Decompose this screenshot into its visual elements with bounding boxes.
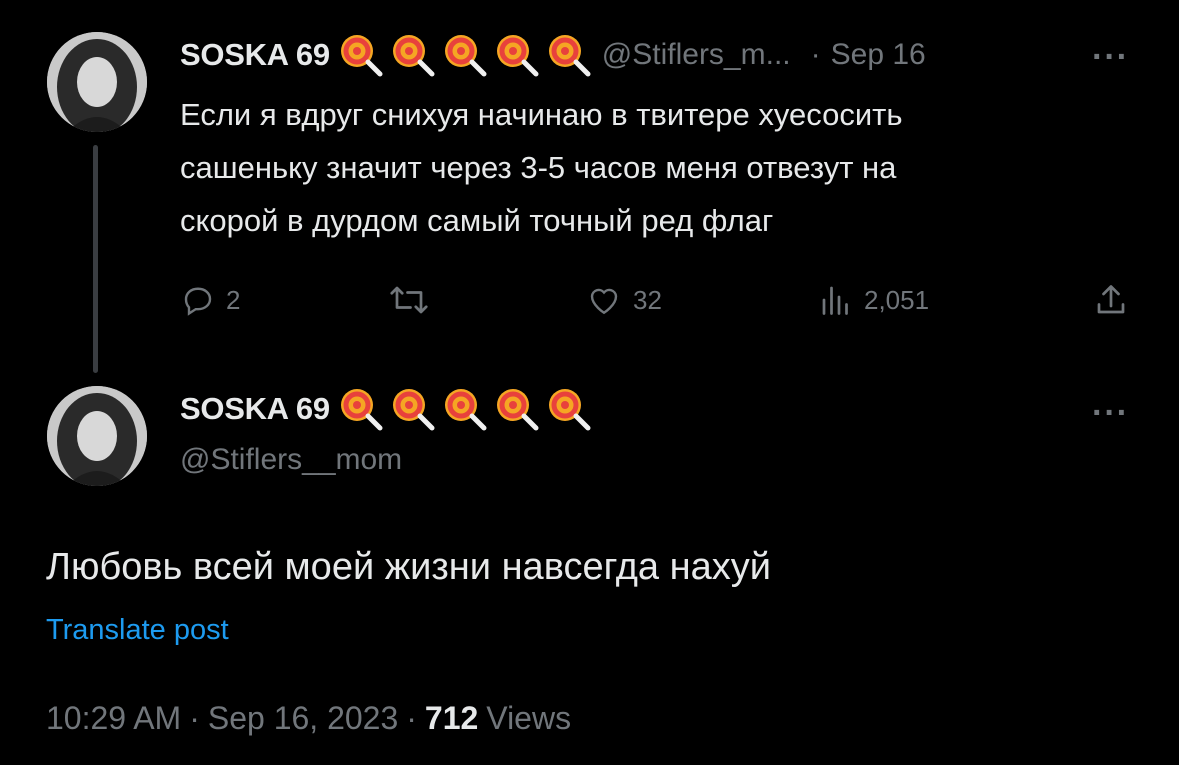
retweet-icon [390, 286, 428, 314]
avatar[interactable] [47, 32, 147, 132]
tweet-line: сашеньку значит через 3-5 часов меня отв… [180, 150, 897, 185]
parent-tweet-text: Если я вдруг снихуя начинаю в твитере ху… [180, 88, 903, 247]
tweet-date[interactable]: Sep 16, 2023 [208, 700, 398, 737]
lollipop-emoji [340, 35, 383, 77]
share-icon [1097, 285, 1125, 314]
lollipop-emoji [444, 389, 487, 431]
tweet-line: скорой в дурдом самый точный ред флаг [180, 203, 774, 238]
main-tweet-header: SOSKA 69 [180, 386, 592, 432]
tweet-meta: 10:29 AM · Sep 16, 2023 · 712 Views [46, 700, 571, 737]
lollipop-emoji [548, 35, 591, 77]
tweet-time[interactable]: 10:29 AM [46, 700, 181, 737]
handle[interactable]: @Stiflers__mom [180, 443, 402, 477]
main-tweet-text: Любовь всей моей жизни навсегда нахуй [46, 546, 771, 588]
view-count: 2,051 [864, 284, 930, 315]
like-button[interactable]: 32 [585, 282, 662, 318]
reply-button[interactable]: 2 [180, 282, 240, 318]
translate-link[interactable]: Translate post [46, 614, 229, 647]
view-count: 712 [424, 700, 479, 736]
handle[interactable]: @Stiflers_m... [602, 38, 791, 72]
lollipop-emoji [392, 35, 435, 77]
parent-tweet-header: SOSKA 69 @Stiflers_m... · Sep 16 [180, 32, 926, 78]
lollipop-emoji [548, 389, 591, 431]
share-button[interactable] [1093, 282, 1139, 318]
lollipop-emoji [392, 389, 435, 431]
thread-connector [93, 145, 98, 373]
like-count: 32 [633, 284, 662, 315]
reply-icon [184, 287, 212, 316]
avatar[interactable] [47, 386, 147, 486]
lollipop-emoji [444, 35, 487, 77]
views-chart-icon [822, 286, 848, 315]
views-label: Views [486, 700, 572, 736]
tweet-line: Если я вдруг снихуя начинаю в твитере ху… [180, 97, 903, 132]
display-name[interactable]: SOSKA 69 [180, 391, 330, 427]
avatar-photo [47, 386, 147, 486]
name-emojis [338, 386, 592, 432]
separator: · [810, 38, 821, 71]
more-icon[interactable]: ··· [1092, 40, 1129, 74]
more-icon[interactable]: ··· [1092, 396, 1129, 430]
retweet-button[interactable] [388, 282, 440, 318]
lollipop-emoji [496, 35, 539, 77]
separator: · [189, 700, 200, 736]
name-emojis [338, 32, 592, 78]
avatar-photo [47, 32, 147, 132]
lollipop-emoji [496, 389, 539, 431]
lollipop-emoji [340, 389, 383, 431]
heart-icon [590, 288, 618, 315]
separator: · [406, 700, 417, 736]
views-button[interactable]: 2,051 [818, 282, 929, 318]
reply-count: 2 [226, 284, 241, 315]
display-name[interactable]: SOSKA 69 [180, 37, 330, 73]
tweet-date[interactable]: Sep 16 [831, 38, 926, 72]
